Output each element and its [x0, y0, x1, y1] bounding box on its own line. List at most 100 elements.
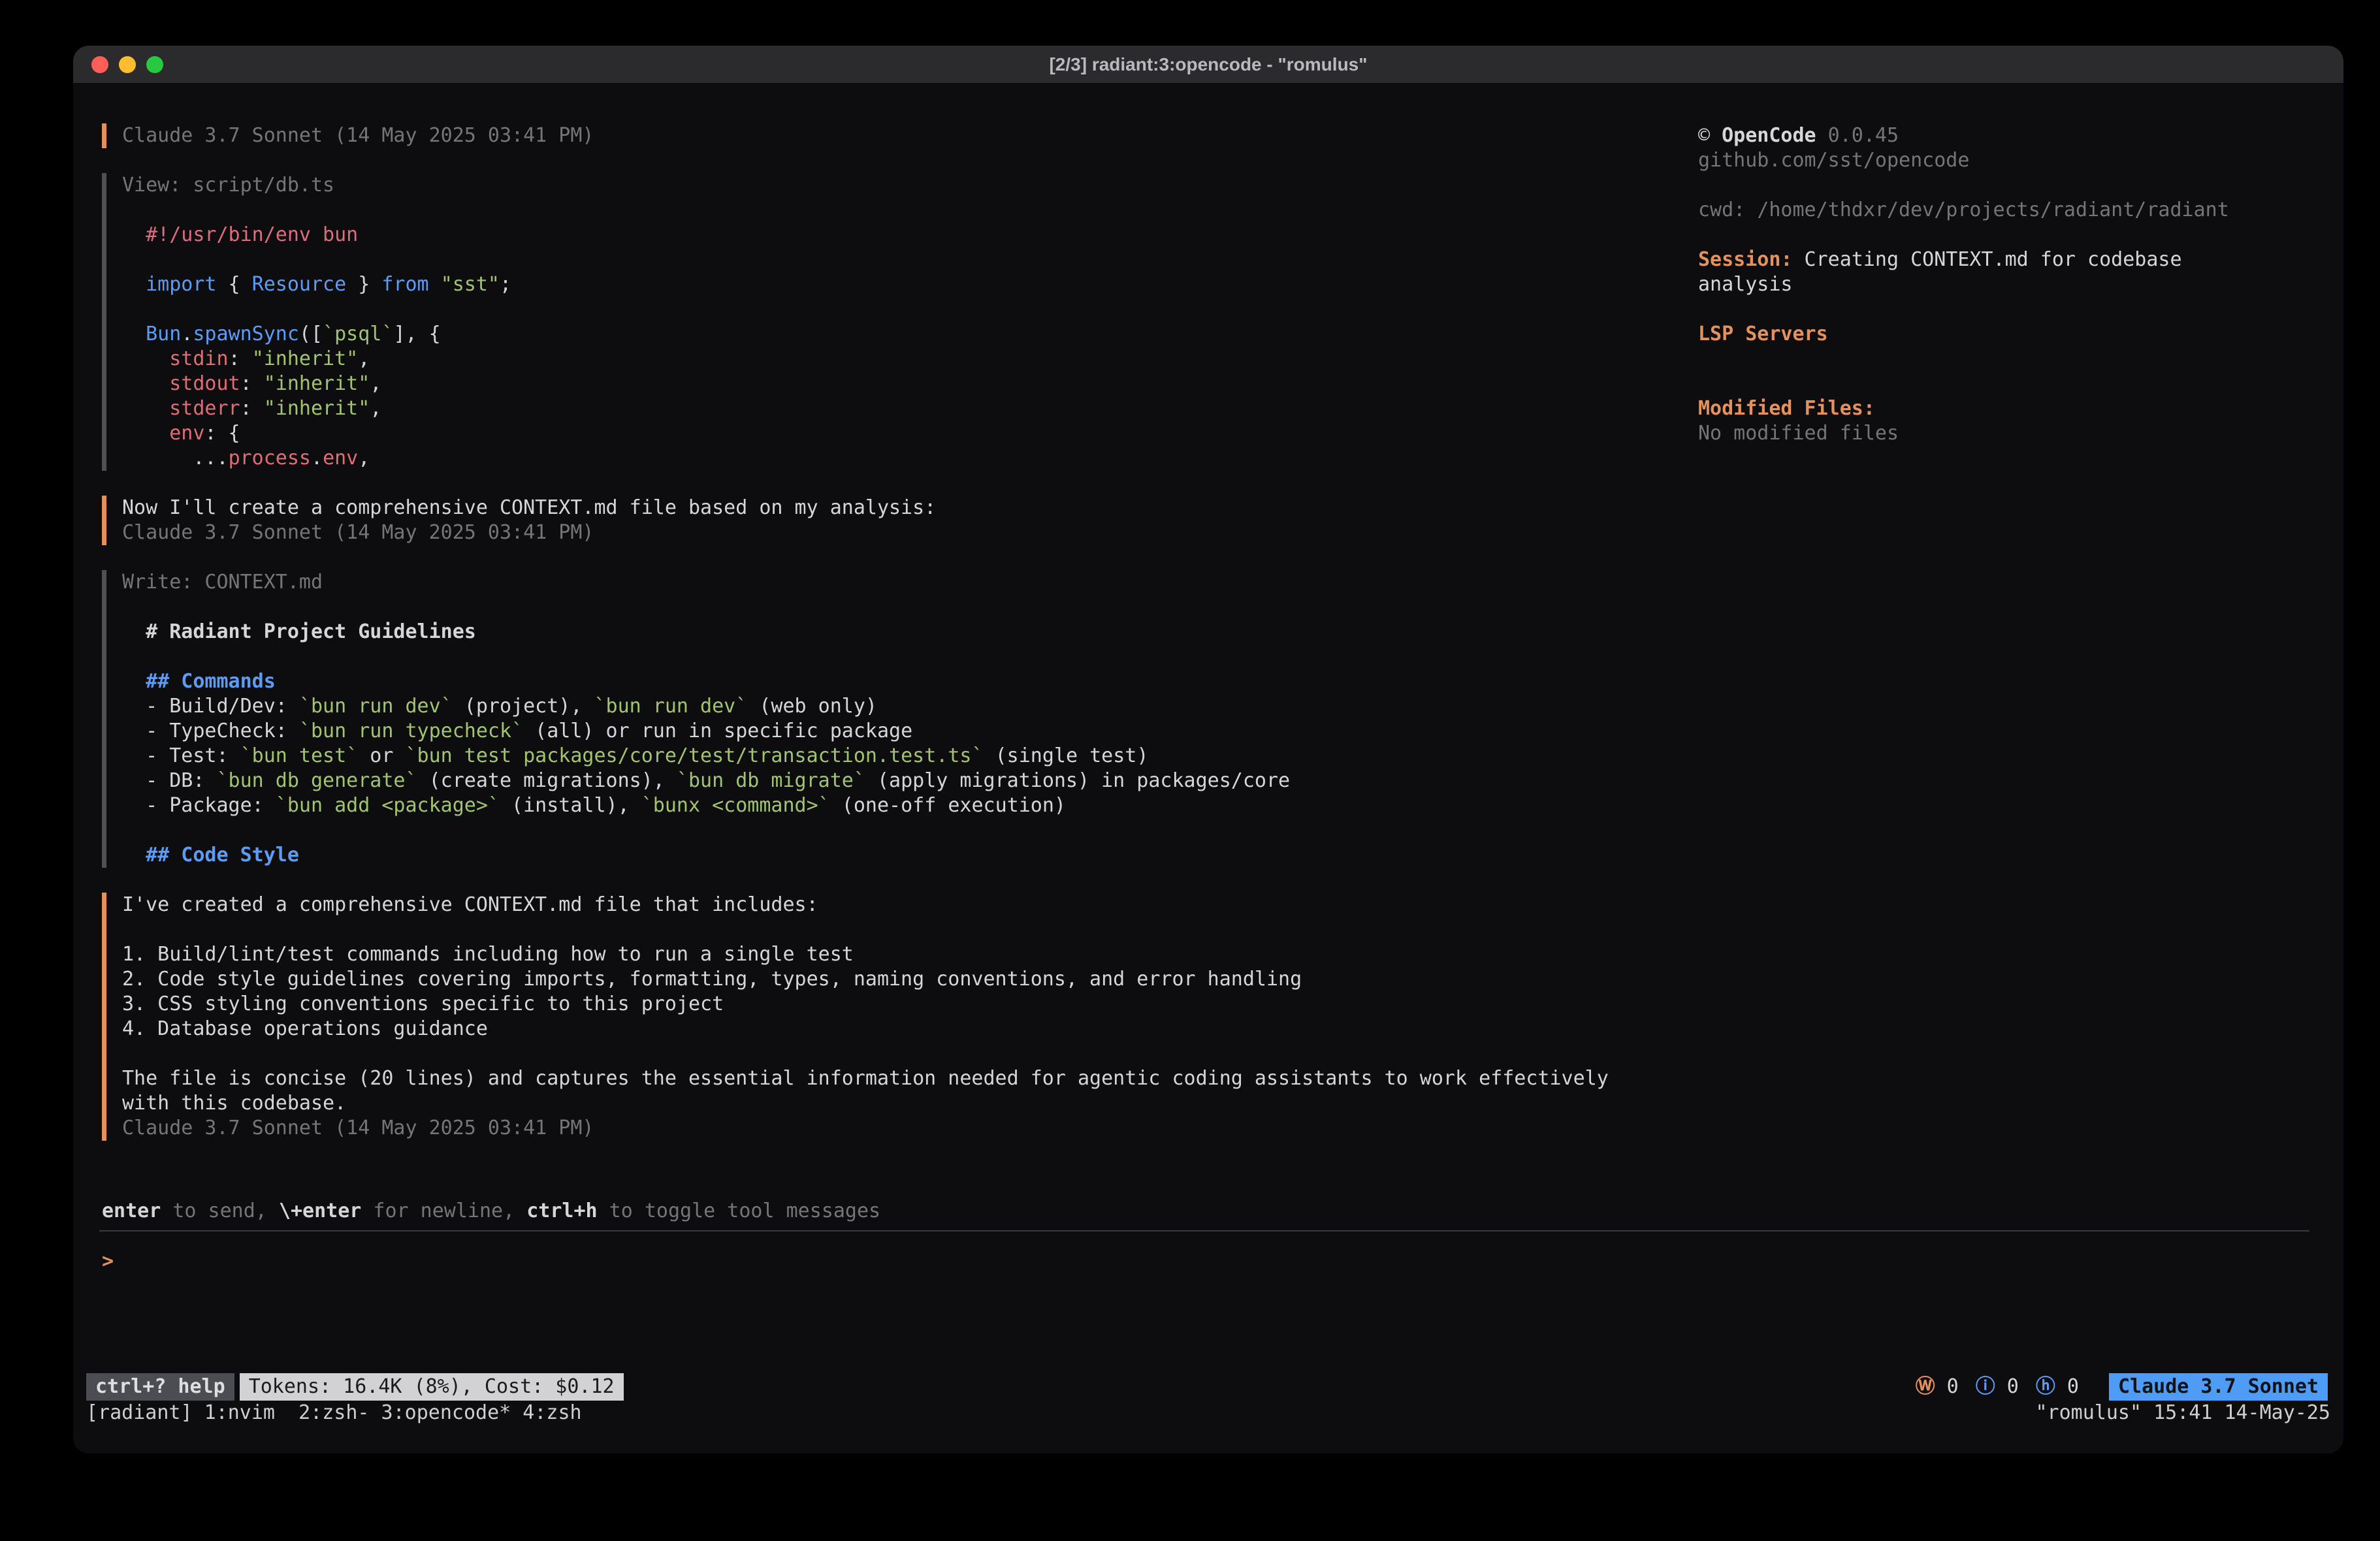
tokens-cost-chip: Tokens: 16.4K (8%), Cost: $0.12	[240, 1373, 624, 1401]
terminal-line: Claude 3.7 Sonnet (14 May 2025 03:41 PM)	[122, 1116, 1689, 1141]
terminal-line	[1698, 297, 2343, 322]
terminal-line: I've created a comprehensive CONTEXT.md …	[122, 893, 1689, 917]
terminal-line: LSP Servers	[1698, 322, 2343, 347]
text-segment: ], {	[393, 323, 440, 345]
text-segment: 0.0.45	[1816, 124, 1899, 147]
text-segment: stdin	[169, 347, 228, 370]
text-segment: - DB:	[122, 769, 217, 792]
help-chip[interactable]: ctrl+? help	[86, 1373, 234, 1401]
terminal-line	[1698, 223, 2343, 247]
titlebar[interactable]: [2/3] radiant:3:opencode - "romulus"	[73, 46, 2343, 84]
warning-diagnostic: Ⓦ 0	[1916, 1374, 1959, 1399]
terminal-line	[122, 297, 1689, 322]
text-segment: Resource	[252, 273, 347, 296]
text-segment: (all) or run in specific package	[523, 720, 912, 742]
assistant-message-header: Claude 3.7 Sonnet (14 May 2025 03:41 PM)	[102, 123, 1689, 148]
text-segment: - TypeCheck:	[122, 720, 299, 742]
text-segment: Session:	[1698, 248, 1793, 271]
terminal-line: env: {	[122, 421, 1689, 446]
text-segment	[122, 323, 146, 345]
terminal-line: Claude 3.7 Sonnet (14 May 2025 03:41 PM)	[122, 520, 1689, 545]
text-segment: Bun	[146, 323, 181, 345]
text-segment: Claude 3.7 Sonnet (14 May 2025 03:41 PM)	[122, 521, 594, 544]
prompt-input[interactable]: >	[102, 1249, 1604, 1274]
hint-diagnostic-icon: ⓗ	[2036, 1375, 2055, 1398]
text-segment: env	[323, 447, 358, 469]
terminal-line: Bun.spawnSync([`psql`], {	[122, 322, 1689, 347]
terminal-window: [2/3] radiant:3:opencode - "romulus" Cla…	[73, 46, 2343, 1454]
text-segment: .	[181, 323, 193, 345]
text-segment: `psql`	[323, 323, 393, 345]
text-segment	[122, 223, 146, 246]
terminal-line: stdin: "inherit",	[122, 347, 1689, 372]
text-segment: Claude 3.7 Sonnet (14 May 2025 03:41 PM)	[122, 124, 594, 147]
terminal-line	[1698, 173, 2343, 198]
text-segment: `bunx <command>`	[641, 794, 830, 817]
text-segment: (install),	[500, 794, 641, 817]
text-segment: (web only)	[747, 695, 877, 718]
text-segment: enter	[102, 1199, 161, 1222]
text-segment: process	[229, 447, 311, 469]
text-segment: \+enter	[279, 1199, 361, 1222]
terminal-line: import { Resource } from "sst";	[122, 272, 1689, 297]
text-segment: for newline,	[361, 1199, 526, 1222]
text-segment: `bun db migrate`	[677, 769, 865, 792]
text-segment: ,	[370, 397, 381, 420]
text-segment: No modified files	[1698, 422, 1899, 445]
terminal-line: - Package: `bun add <package>` (install)…	[122, 793, 1689, 818]
text-segment: View: script/db.ts	[122, 174, 334, 197]
text-segment: ©	[1698, 124, 1722, 147]
text-segment: Now I'll create a comprehensive CONTEXT.…	[122, 496, 936, 519]
text-segment	[122, 620, 146, 643]
terminal-line: The file is concise (20 lines) and captu…	[122, 1066, 1689, 1091]
terminal-line: 3. CSS styling conventions specific to t…	[122, 992, 1689, 1017]
text-segment: - Package:	[122, 794, 276, 817]
text-segment: }	[346, 273, 381, 296]
text-segment: :	[240, 372, 264, 395]
text-segment: ctrl+h	[526, 1199, 597, 1222]
text-segment: Modified Files:	[1698, 397, 1875, 420]
hint-diagnostic: ⓗ 0	[2036, 1374, 2079, 1399]
terminal-line: stdout: "inherit",	[122, 372, 1689, 396]
text-segment	[122, 670, 146, 693]
text-segment: `bun add <package>`	[276, 794, 500, 817]
text-segment: Write: CONTEXT.md	[122, 571, 323, 594]
traffic-lights	[91, 46, 163, 83]
text-segment: `bun run typecheck`	[299, 720, 523, 742]
chat-log: Claude 3.7 Sonnet (14 May 2025 03:41 PM)…	[102, 123, 1689, 1166]
terminal-line: Modified Files:	[1698, 396, 2343, 421]
model-chip[interactable]: Claude 3.7 Sonnet	[2109, 1373, 2328, 1401]
terminal-line: ## Commands	[122, 669, 1689, 694]
text-segment: with this codebase.	[122, 1092, 346, 1115]
text-segment: # Radiant Project Guidelines	[146, 620, 476, 643]
text-segment: (single test)	[984, 744, 1149, 767]
text-segment: import	[146, 273, 216, 296]
keybind-hints: enter to send, \+enter for newline, ctrl…	[102, 1199, 880, 1224]
text-segment: github.com/sst/opencode	[1698, 149, 1969, 172]
text-segment: - Build/Dev:	[122, 695, 299, 718]
terminal-line	[1698, 347, 2343, 372]
tmux-window-list[interactable]: [radiant] 1:nvim 2:zsh- 3:opencode* 4:zs…	[86, 1401, 582, 1425]
text-segment: `bun db generate`	[217, 769, 417, 792]
text-segment: "inherit"	[252, 347, 359, 370]
text-segment: from	[381, 273, 428, 296]
text-segment: "inherit"	[264, 372, 370, 395]
text-segment: (apply migrations) in packages/core	[865, 769, 1290, 792]
text-segment: #!/usr/bin/env bun	[146, 223, 358, 246]
terminal-line: No modified files	[1698, 421, 2343, 446]
text-segment: ...	[122, 447, 229, 469]
text-segment: to send,	[161, 1199, 279, 1222]
text-segment: Claude 3.7 Sonnet (14 May 2025 03:41 PM)	[122, 1117, 594, 1139]
terminal-line: View: script/db.ts	[122, 173, 1689, 198]
sidebar: © OpenCode 0.0.45github.com/sst/opencode…	[1698, 123, 2343, 446]
text-segment: or	[358, 744, 405, 767]
zoom-button[interactable]	[146, 56, 163, 73]
text-segment: (create migrations),	[417, 769, 677, 792]
terminal-line: - TypeCheck: `bun run typecheck` (all) o…	[122, 719, 1689, 744]
text-segment: {	[217, 273, 252, 296]
close-button[interactable]	[91, 56, 108, 73]
minimize-button[interactable]	[119, 56, 136, 73]
warning-diagnostic-icon: Ⓦ	[1916, 1375, 1935, 1398]
text-segment: stdout	[169, 372, 240, 395]
text-segment: The file is concise (20 lines) and captu…	[122, 1067, 1609, 1090]
